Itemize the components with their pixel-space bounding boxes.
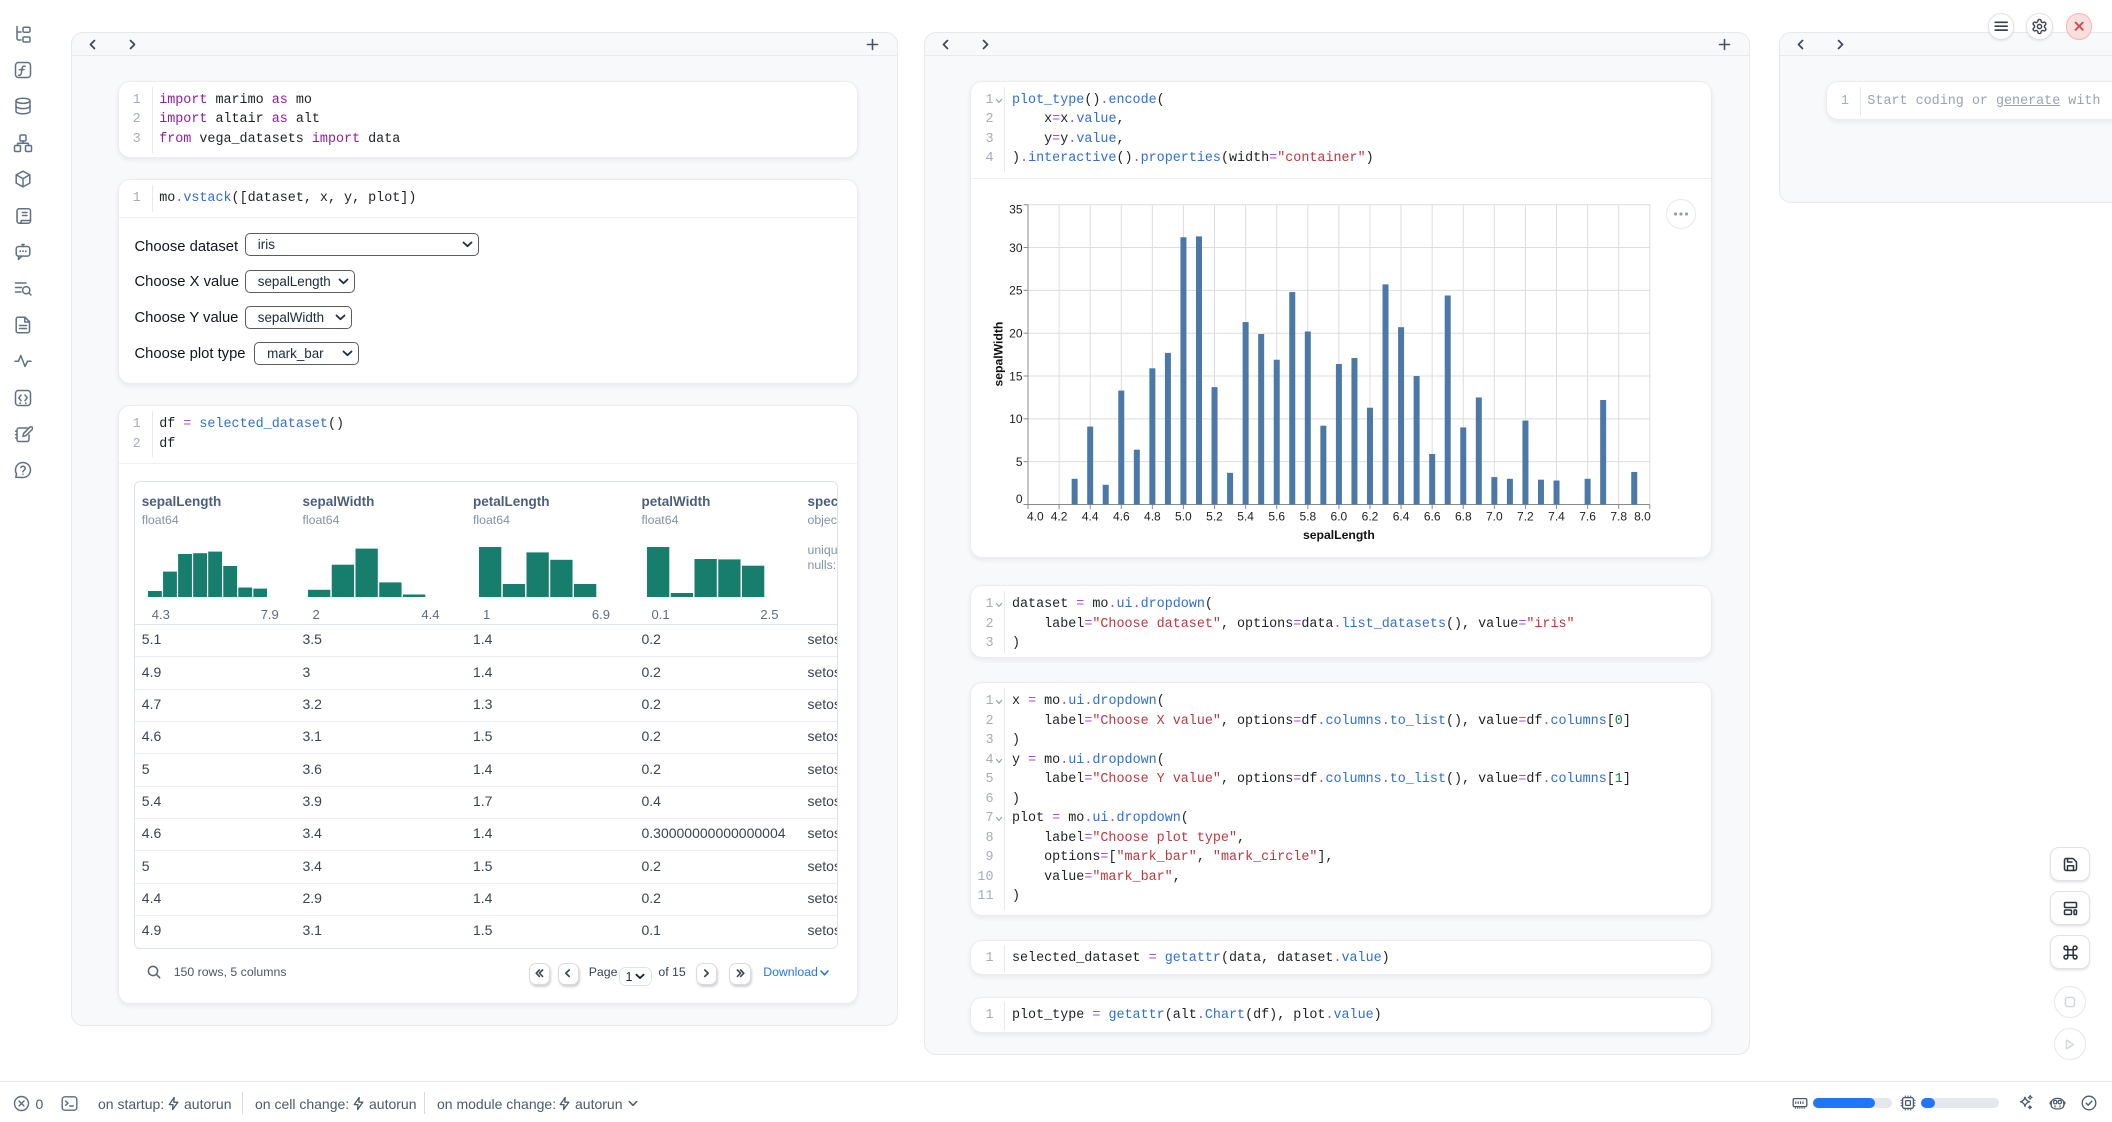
svg-text:5.0: 5.0 [1176,509,1193,523]
svg-text:4.0: 4.0 [1027,509,1044,523]
svg-text:6.6: 6.6 [1424,509,1441,523]
svg-text:7.8: 7.8 [1611,509,1628,523]
svg-text:15: 15 [1010,369,1024,383]
svg-text:7.4: 7.4 [1549,509,1566,523]
svg-text:5.8: 5.8 [1300,509,1317,523]
svg-text:4.4: 4.4 [1082,509,1099,523]
svg-text:4.8: 4.8 [1145,509,1162,523]
svg-text:4.6: 4.6 [1113,509,1130,523]
svg-text:5.6: 5.6 [1269,509,1286,523]
svg-text:7.6: 7.6 [1580,509,1597,523]
svg-text:7.2: 7.2 [1518,509,1535,523]
svg-text:6.4: 6.4 [1393,509,1410,523]
svg-text:5.2: 5.2 [1207,509,1224,523]
svg-text:7.0: 7.0 [1486,509,1503,523]
svg-text:6.8: 6.8 [1455,509,1472,523]
svg-text:6.0: 6.0 [1331,509,1348,523]
svg-text:4.2: 4.2 [1051,509,1068,523]
svg-text:0: 0 [1016,492,1023,506]
svg-text:30: 30 [1010,241,1024,255]
svg-text:25: 25 [1010,283,1024,297]
svg-text:8.0: 8.0 [1635,509,1652,523]
svg-text:sepalLength: sepalLength [1303,528,1375,542]
svg-text:5: 5 [1016,455,1023,469]
svg-text:20: 20 [1010,326,1024,340]
svg-text:5.4: 5.4 [1238,509,1255,523]
svg-text:6.2: 6.2 [1362,509,1379,523]
svg-text:sepalWidth: sepalWidth [992,321,1006,386]
svg-text:35: 35 [1010,202,1024,216]
svg-text:10: 10 [1010,412,1024,426]
